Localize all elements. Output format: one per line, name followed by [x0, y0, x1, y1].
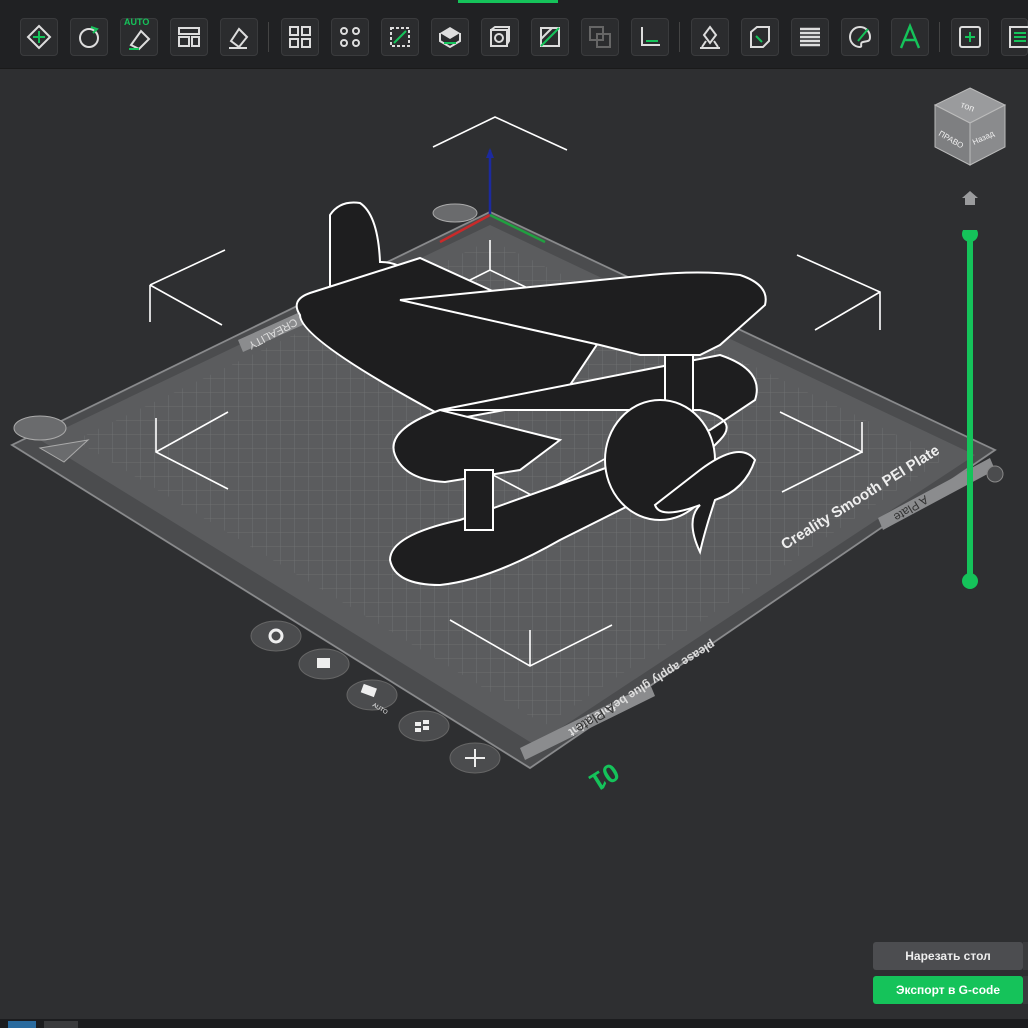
calibrate-icon	[1009, 26, 1028, 48]
bed-logo-back	[432, 203, 478, 223]
layer-slider-top-handle[interactable]	[962, 230, 978, 242]
plate-edit-icon[interactable]	[986, 465, 1004, 483]
text-tool-button[interactable]	[891, 18, 929, 56]
viewport-canvas[interactable]: Creality Smooth PEI Plate please apply g…	[0, 69, 1028, 1019]
cut-icon	[390, 27, 410, 47]
plate-number-group: 01	[584, 757, 624, 798]
arrange-icon	[178, 27, 200, 47]
bottom-tab-prepare[interactable]	[8, 1021, 36, 1028]
plate-layout-button[interactable]	[398, 710, 450, 742]
split-objects-icon	[289, 26, 311, 48]
plate-auto-arrange-button[interactable]: AUTO	[346, 679, 398, 716]
bottom-tab-preview[interactable]	[44, 1021, 78, 1028]
measure-icon	[641, 27, 660, 46]
plate-number: 01	[584, 757, 624, 798]
plate-add-button[interactable]	[449, 742, 501, 774]
assembly-button[interactable]	[951, 18, 989, 56]
hollow-button[interactable]	[481, 18, 519, 56]
boolean-button[interactable]	[581, 18, 619, 56]
boolean-icon	[589, 26, 611, 48]
color-paint-icon	[849, 25, 872, 49]
plate-lock-button[interactable]	[298, 648, 350, 680]
plate-settings-button[interactable]	[250, 620, 302, 652]
split-parts-button[interactable]	[331, 18, 369, 56]
rotate-button[interactable]	[70, 18, 108, 56]
view-cube[interactable]: топ ПРАВО Назад	[930, 83, 1010, 173]
support-paint-icon	[439, 27, 461, 49]
color-paint-button[interactable]	[841, 18, 879, 56]
toolbar-separator	[679, 22, 680, 52]
rotate-icon	[79, 26, 99, 48]
lay-on-face-icon	[229, 27, 249, 49]
toolbar-separator	[268, 22, 269, 52]
home-view-icon[interactable]	[960, 189, 980, 207]
scale-icon	[750, 26, 770, 48]
scale-button[interactable]	[741, 18, 779, 56]
plate-buttons: AUTO	[250, 620, 501, 774]
active-tab-indicator	[458, 0, 558, 3]
split-parts-icon	[340, 27, 360, 47]
text-icon	[899, 23, 921, 49]
move-icon	[26, 24, 52, 50]
lay-on-face-button[interactable]	[220, 18, 258, 56]
support-button[interactable]	[691, 18, 729, 56]
auto-orient-icon	[129, 29, 151, 51]
measure-button[interactable]	[631, 18, 669, 56]
auto-orient-button[interactable]: AUTO	[120, 17, 158, 56]
cut-button[interactable]	[381, 18, 419, 56]
move-button[interactable]	[20, 18, 58, 56]
bed-logo	[13, 415, 67, 441]
support-paint-button[interactable]	[431, 18, 469, 56]
hollow-icon	[490, 26, 510, 47]
assembly-icon	[959, 26, 981, 48]
lock-icon	[317, 658, 330, 668]
export-dropdown[interactable]	[1023, 976, 1028, 1004]
slice-dropdown[interactable]	[1023, 942, 1028, 970]
slice-plate-button[interactable]: Нарезать стол	[873, 942, 1023, 970]
calibrate-button[interactable]	[1001, 18, 1028, 56]
split-objects-button[interactable]	[281, 18, 319, 56]
seam-paint-button[interactable]	[531, 18, 569, 56]
toolbar-separator	[939, 22, 940, 52]
arrange-button[interactable]	[170, 18, 208, 56]
top-toolbar: AUTO	[0, 0, 1028, 69]
bottom-bar	[0, 1019, 1028, 1028]
variable-layer-icon	[800, 27, 820, 47]
support-icon	[700, 25, 720, 49]
layer-slider-bottom-handle[interactable]	[962, 573, 978, 589]
variable-layer-button[interactable]	[791, 18, 829, 56]
export-gcode-button[interactable]: Экспорт в G-code	[873, 976, 1023, 1004]
seam-paint-icon	[540, 27, 560, 47]
layer-slider[interactable]	[960, 230, 980, 590]
3d-viewport[interactable]: Creality Smooth PEI Plate please apply g…	[0, 69, 1028, 1019]
